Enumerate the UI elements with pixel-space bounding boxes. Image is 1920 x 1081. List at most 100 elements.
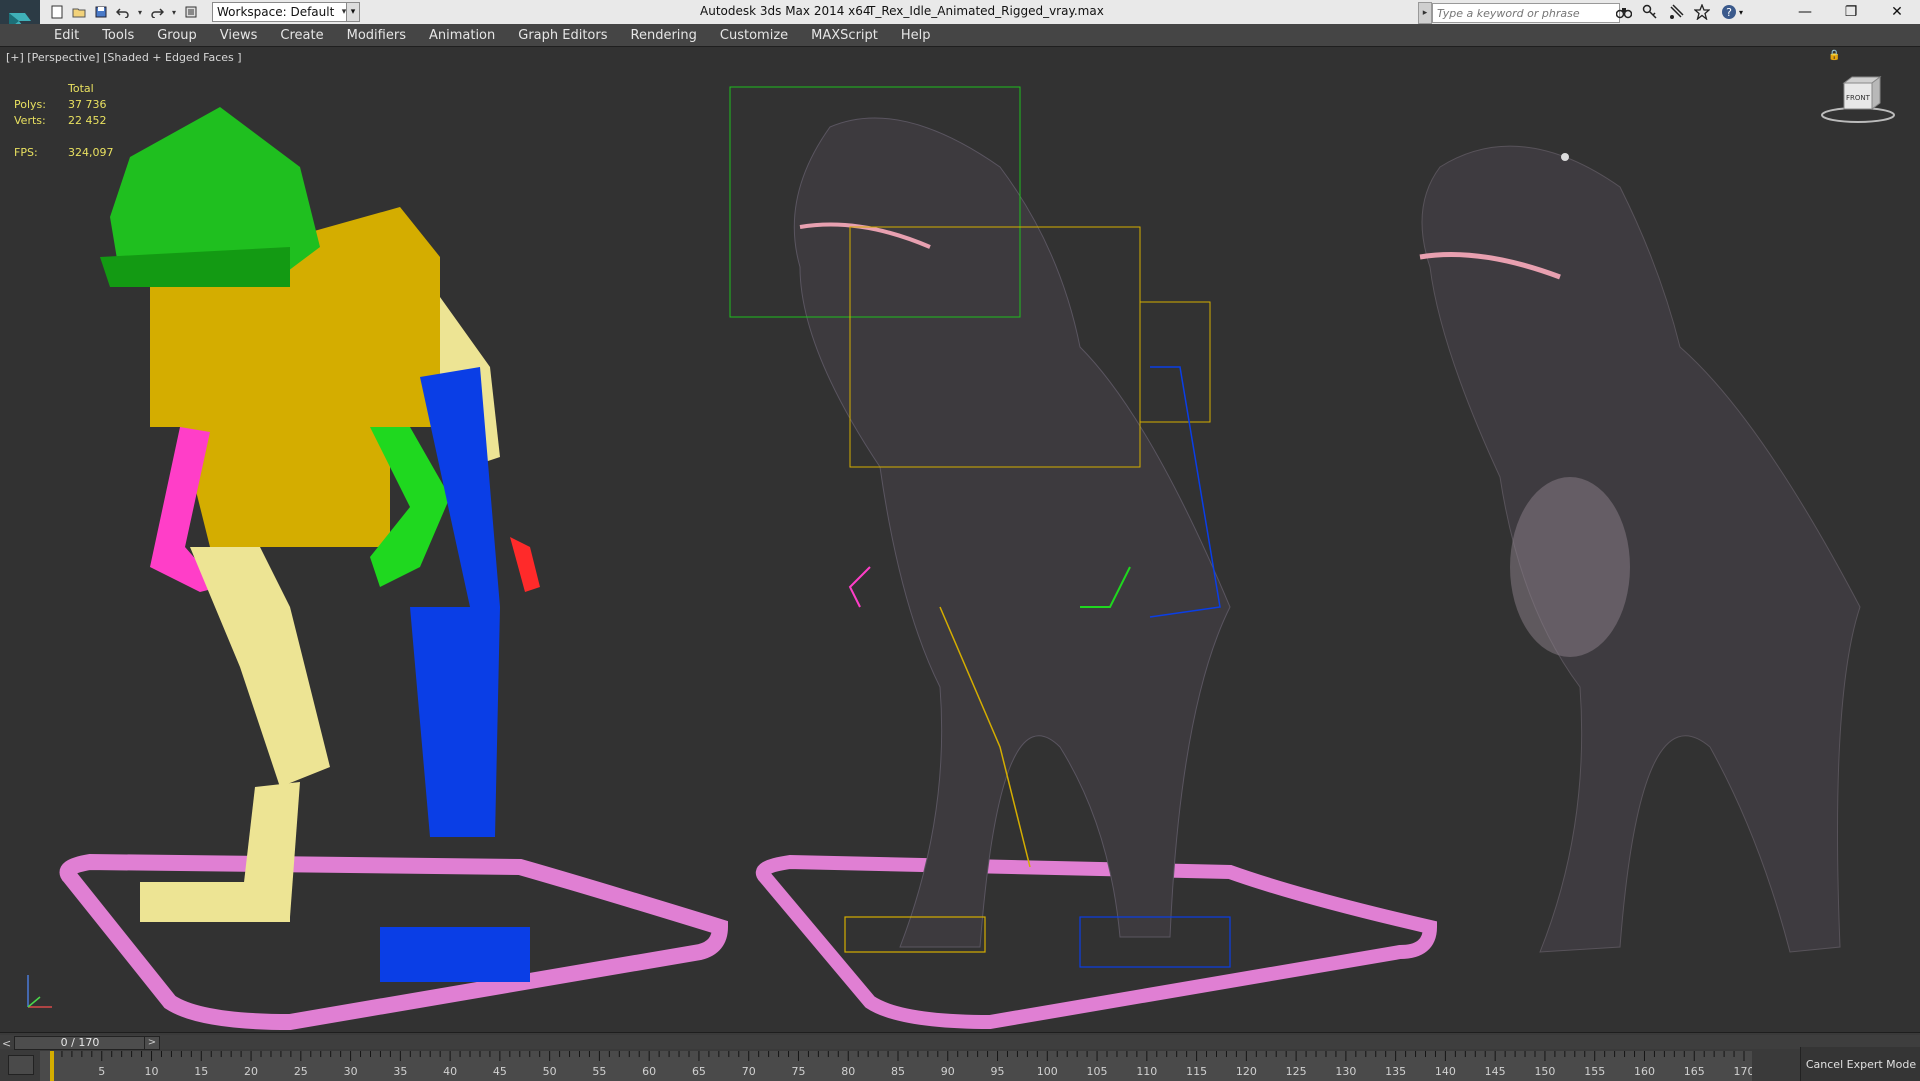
viewcube-icon[interactable]: FRONT (1818, 69, 1898, 129)
left-foot-bone[interactable] (140, 882, 290, 922)
menu-graph-editors[interactable]: Graph Editors (518, 28, 607, 43)
viewcube[interactable]: FRONT (1818, 69, 1898, 129)
stats-header: Total (68, 82, 94, 95)
menu-customize[interactable]: Customize (720, 28, 788, 43)
quick-access-toolbar: ▾ ▾ (48, 3, 200, 21)
time-slider-panel: < 0 / 170 > 5 10 15 20 25 30 35 40 45 50 55 60 65 70 7… (0, 1032, 1920, 1081)
svg-text:?: ? (1726, 6, 1732, 19)
file-title: T_Rex_Idle_Animated_Rigged_vray.max (868, 4, 1104, 18)
lock-icon[interactable]: 🔒 (1828, 50, 1840, 61)
track-tick-label: 20 (244, 1065, 258, 1078)
binoculars-icon[interactable] (1614, 2, 1634, 22)
menu-maxscript[interactable]: MAXScript (811, 28, 878, 43)
perspective-viewport[interactable]: [+] [Perspective] [Shaded + Edged Faces … (0, 47, 1920, 1032)
verts-label: Verts: (14, 114, 46, 127)
search-input[interactable] (1432, 3, 1620, 23)
fps-value: 324,097 (68, 146, 114, 159)
track-tick-label: 120 (1236, 1065, 1257, 1078)
statistics-overlay: Total Polys: 37 736 Verts: 22 452 FPS: 324,… (14, 81, 114, 161)
time-slider[interactable]: < 0 / 170 > (0, 1035, 1920, 1050)
menu-create[interactable]: Create (280, 28, 323, 43)
current-frame-marker[interactable] (50, 1051, 54, 1081)
track-tick-label: 90 (941, 1065, 955, 1078)
track-tick-label: 95 (991, 1065, 1005, 1078)
minimize-icon[interactable]: — (1782, 0, 1828, 24)
menu-tools[interactable]: Tools (102, 28, 134, 43)
viewcube-face-label[interactable]: FRONT (1846, 94, 1871, 102)
track-tick-label: 30 (344, 1065, 358, 1078)
time-slider-prev[interactable]: < (2, 1037, 11, 1050)
track-tick-label: 50 (543, 1065, 557, 1078)
workspace-menu-arrow[interactable]: ▾ (346, 2, 360, 22)
open-file-icon[interactable] (70, 3, 88, 21)
track-tick-label: 135 (1385, 1065, 1406, 1078)
time-slider-thumb[interactable]: 0 / 170 (14, 1036, 146, 1050)
menu-views[interactable]: Views (220, 28, 258, 43)
redo-dropdown-icon[interactable]: ▾ (170, 3, 178, 21)
workspace-dropdown[interactable]: Workspace: Default ▾ (212, 2, 352, 22)
new-file-icon[interactable] (48, 3, 66, 21)
search-expand-icon[interactable]: ▸ (1418, 2, 1432, 24)
right-shin-bone[interactable] (410, 607, 500, 837)
track-tick-label: 170 (1734, 1065, 1753, 1078)
right-foot-bone[interactable] (380, 927, 530, 982)
trex-textured-body[interactable] (1421, 145, 1861, 953)
save-file-icon[interactable] (92, 3, 110, 21)
left-thigh-bone[interactable] (190, 547, 330, 787)
track-tick-label: 5 (98, 1065, 105, 1078)
track-tick-label: 10 (145, 1065, 159, 1078)
pelvis-bone[interactable] (180, 427, 390, 547)
trex-mesh-with-rig[interactable] (729, 86, 1438, 1030)
track-tick-label: 55 (592, 1065, 606, 1078)
title-bar: ▾ ▾ Workspace: Default ▾ ▾ Autodesk 3ds … (0, 0, 1920, 48)
track-tick-label: 160 (1634, 1065, 1655, 1078)
menu-group[interactable]: Group (157, 28, 197, 43)
help-icon[interactable]: ? ▾ (1718, 2, 1746, 22)
menu-rendering[interactable]: Rendering (631, 28, 697, 43)
menu-help[interactable]: Help (901, 28, 931, 43)
tail-bone-wire[interactable] (1139, 301, 1211, 423)
track-tick-label: 140 (1435, 1065, 1456, 1078)
undo-dropdown-icon[interactable]: ▾ (136, 3, 144, 21)
workspace-label: Workspace: Default (217, 5, 335, 19)
track-bar[interactable]: 5 10 15 20 25 30 35 40 45 50 55 60 65 70 75 80 85 90 95 100… (40, 1051, 1752, 1081)
undo-icon[interactable] (114, 3, 132, 21)
track-tick-label: 40 (443, 1065, 457, 1078)
trex-textured[interactable] (1419, 145, 1861, 953)
polys-label: Polys: (14, 98, 46, 111)
viewport-label[interactable]: [+] [Perspective] [Shaded + Edged Faces … (6, 51, 242, 64)
trex-belly (1510, 477, 1630, 657)
polys-value: 37 736 (68, 98, 107, 111)
close-icon[interactable]: ✕ (1874, 0, 1920, 24)
track-tick-label: 15 (194, 1065, 208, 1078)
restore-icon[interactable]: ❐ (1828, 0, 1874, 24)
trex-mesh-body[interactable] (793, 117, 1231, 948)
footplate-shape[interactable] (755, 854, 1438, 1030)
favorites-star-icon[interactable] (1692, 2, 1712, 22)
track-tick-label: 60 (642, 1065, 656, 1078)
track-tick-label: 145 (1485, 1065, 1506, 1078)
tail-tip-bone[interactable] (510, 537, 540, 592)
axis-tripod-icon (27, 975, 52, 1008)
track-tick-label: 80 (841, 1065, 855, 1078)
viewport-scene (27, 86, 1861, 1031)
track-tick-label: 125 (1286, 1065, 1307, 1078)
verts-value: 22 452 (68, 114, 107, 127)
track-tick-label: 65 (692, 1065, 706, 1078)
track-tick-label: 155 (1584, 1065, 1605, 1078)
track-tick-label: 75 (791, 1065, 805, 1078)
left-hand-bone-wire[interactable] (848, 566, 871, 608)
track-tick-label: 150 (1534, 1065, 1555, 1078)
redo-icon[interactable] (148, 3, 166, 21)
cancel-expert-mode-button[interactable]: Cancel Expert Mode (1800, 1047, 1920, 1081)
mini-curve-editor-icon[interactable] (8, 1055, 34, 1075)
bone-rig-shaded[interactable] (59, 107, 729, 1031)
menu-modifiers[interactable]: Modifiers (347, 28, 406, 43)
track-tick-label: 105 (1087, 1065, 1108, 1078)
time-slider-next[interactable]: > (144, 1036, 160, 1050)
subscription-key-icon[interactable] (1640, 2, 1660, 22)
communication-center-icon[interactable] (1666, 2, 1686, 22)
project-folder-icon[interactable] (182, 3, 200, 21)
menu-animation[interactable]: Animation (429, 28, 495, 43)
menu-edit[interactable]: Edit (54, 28, 79, 43)
